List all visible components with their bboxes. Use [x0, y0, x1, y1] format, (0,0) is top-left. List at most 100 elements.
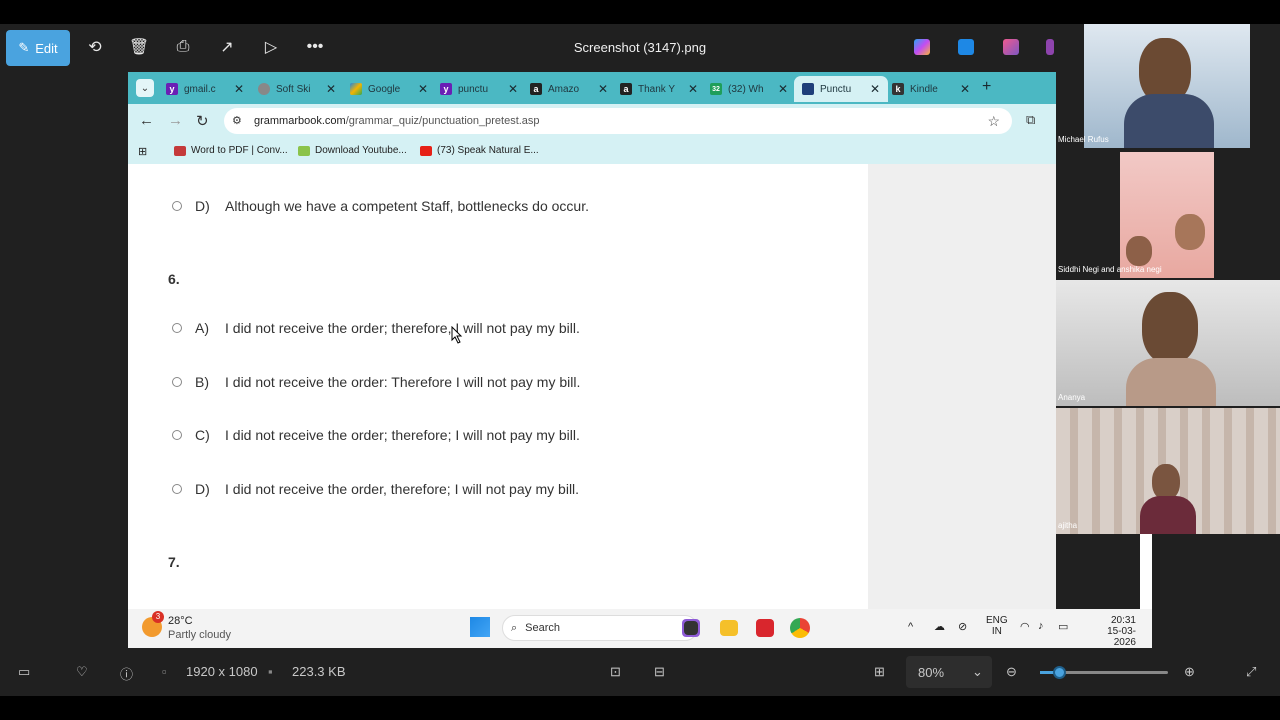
forward-icon[interactable]: → [168, 112, 183, 129]
favorite-icon[interactable]: ♡ [76, 664, 88, 680]
close-icon[interactable]: ✕ [418, 82, 428, 96]
fit-to-window-icon[interactable]: ⊞ [874, 664, 885, 680]
participant-video [1152, 464, 1180, 500]
bookmark-word-to-pdf[interactable]: Word to PDF | Conv... [174, 145, 288, 156]
tab-whatsapp[interactable]: 32 (32) Wh ✕ [710, 76, 788, 102]
copilot-icon[interactable] [914, 39, 930, 55]
participant-video [1126, 236, 1152, 266]
visual-search-icon[interactable]: ⊡ [610, 664, 621, 680]
tab-google[interactable]: Google ✕ [350, 76, 428, 102]
whatsapp-icon: 32 [710, 83, 722, 95]
tab-search-icon[interactable]: ⌄ [136, 79, 154, 97]
option-letter: C) [195, 427, 210, 443]
app-icon[interactable] [1046, 39, 1054, 55]
info-icon[interactable]: ⓘ [120, 664, 133, 683]
close-icon[interactable]: ✕ [688, 82, 698, 96]
close-icon[interactable]: ✕ [508, 82, 518, 96]
participant-video [1126, 358, 1216, 406]
grammarbook-icon [802, 83, 814, 95]
zoom-select[interactable]: 80% ⌄ [906, 656, 992, 688]
clipchamp-icon[interactable] [1003, 39, 1019, 55]
clock[interactable]: 20:31 15-03-2026 [1088, 615, 1136, 648]
answer-option[interactable]: B) I did not receive the order: Therefor… [172, 374, 580, 390]
zoom-slider-knob[interactable] [1053, 666, 1066, 679]
task-view-icon[interactable] [684, 621, 698, 635]
battery-icon[interactable]: ▭ [1058, 620, 1068, 633]
filmstrip-icon[interactable]: ▭ [18, 664, 30, 680]
yahoo-icon: y [166, 83, 178, 95]
tab-thank-you[interactable]: a Thank Y ✕ [620, 76, 698, 102]
taskbar-search[interactable]: ⌕ Search [502, 615, 698, 641]
new-tab-icon[interactable]: + [982, 78, 991, 96]
radio-button[interactable] [172, 201, 182, 211]
zoom-slider[interactable] [1040, 666, 1168, 679]
radio-button[interactable] [172, 377, 182, 387]
tab-gmail[interactable]: y gmail.c ✕ [166, 76, 244, 102]
close-icon[interactable]: ✕ [960, 82, 970, 96]
back-icon[interactable]: ← [139, 112, 154, 129]
extensions-icon[interactable]: ⧉ [1026, 112, 1035, 128]
language-indicator[interactable]: ENG IN [986, 615, 1008, 637]
tab-punctuation-yahoo[interactable]: y punctu ✕ [440, 76, 518, 102]
fullscreen-icon[interactable]: ⤢ [1246, 664, 1256, 680]
close-icon[interactable]: ✕ [870, 82, 880, 96]
participant-name: Michael Rufus [1058, 135, 1109, 144]
answer-option[interactable]: C) I did not receive the order; therefor… [172, 427, 580, 443]
close-icon[interactable]: ✕ [598, 82, 608, 96]
option-text: Although we have a competent Staff, bott… [225, 198, 589, 214]
tab-kindle[interactable]: k Kindle ✕ [892, 76, 970, 102]
reload-icon[interactable]: ↻ [196, 112, 209, 130]
file-explorer-icon[interactable] [720, 620, 738, 636]
option-letter: A) [195, 320, 209, 336]
amazon-icon: a [620, 83, 632, 95]
scrollbar[interactable] [1140, 534, 1152, 609]
youtube-icon [420, 145, 432, 156]
close-icon[interactable]: ✕ [778, 82, 788, 96]
file-size: 223.3 KB [292, 664, 346, 679]
chevron-up-icon[interactable]: ^ [908, 621, 913, 633]
bookmark-star-icon[interactable]: ☆ [987, 113, 1000, 130]
apps-grid-icon[interactable]: ⊞ [138, 145, 147, 158]
radio-button[interactable] [172, 323, 182, 333]
participant-video [1124, 94, 1214, 148]
answer-option[interactable]: A) I did not receive the order; therefor… [172, 320, 580, 336]
time: 20:31 [1110, 615, 1136, 626]
cloud-icon[interactable]: ☁ [934, 620, 945, 633]
radio-button[interactable] [172, 484, 182, 494]
quiz-page: D) Although we have a competent Staff, b… [128, 164, 868, 633]
bookmark-speak-natural[interactable]: (73) Speak Natural E... [420, 145, 539, 156]
answer-option[interactable]: D) Although we have a competent Staff, b… [172, 198, 589, 214]
file-size-icon: ▪ [268, 664, 273, 679]
address-bar: ← → ↻ ⚙ grammarbook.com/grammar_quiz/pun… [128, 104, 1056, 138]
zoom-out-icon[interactable]: ⊖ [1006, 664, 1017, 680]
mouse-cursor-icon [451, 326, 463, 344]
wifi-icon[interactable]: ◠ [1020, 620, 1030, 633]
participant-name: Ananya [1058, 393, 1086, 402]
chrome-icon[interactable] [790, 618, 810, 638]
globe-icon [258, 83, 270, 95]
weather-badge: 3 [152, 611, 164, 623]
url-input[interactable]: ⚙ grammarbook.com/grammar_quiz/punctuati… [224, 108, 1012, 134]
volume-icon[interactable]: ♪ [1038, 620, 1044, 632]
designer-icon[interactable] [958, 39, 974, 55]
photo-viewer-window: ✎ Edit ⟲ 🗑 ⎙ ↗ ▷ ••• Screenshot (3147).p… [0, 24, 1280, 696]
bookmark-download-youtube[interactable]: Download Youtube... [298, 145, 407, 156]
tab-label: (32) Wh [728, 83, 764, 95]
tab-amazon[interactable]: a Amazo ✕ [530, 76, 608, 102]
start-icon[interactable] [470, 617, 490, 637]
lang-top: ENG [986, 615, 1008, 626]
wps-office-icon[interactable] [756, 619, 774, 637]
site-info-icon[interactable]: ⚙ [232, 114, 242, 127]
no-network-icon[interactable]: ⊘ [958, 620, 967, 633]
zoom-in-icon[interactable]: ⊕ [1184, 664, 1195, 680]
weather-temp: 28°C [168, 615, 193, 627]
kindle-icon: k [892, 83, 904, 95]
answer-option[interactable]: D) I did not receive the order, therefor… [172, 481, 579, 497]
close-icon[interactable]: ✕ [234, 82, 244, 96]
close-icon[interactable]: ✕ [326, 82, 336, 96]
radio-button[interactable] [172, 430, 182, 440]
tab-punctuation-active[interactable]: Punctu ✕ [794, 76, 889, 102]
ocr-scan-icon[interactable]: ⊟ [654, 664, 665, 680]
windows-taskbar: 3 28°C Partly cloudy ⌕ Search ^ ☁ ⊘ ENG … [128, 609, 1152, 648]
tab-soft-skills[interactable]: Soft Ski ✕ [258, 76, 336, 102]
